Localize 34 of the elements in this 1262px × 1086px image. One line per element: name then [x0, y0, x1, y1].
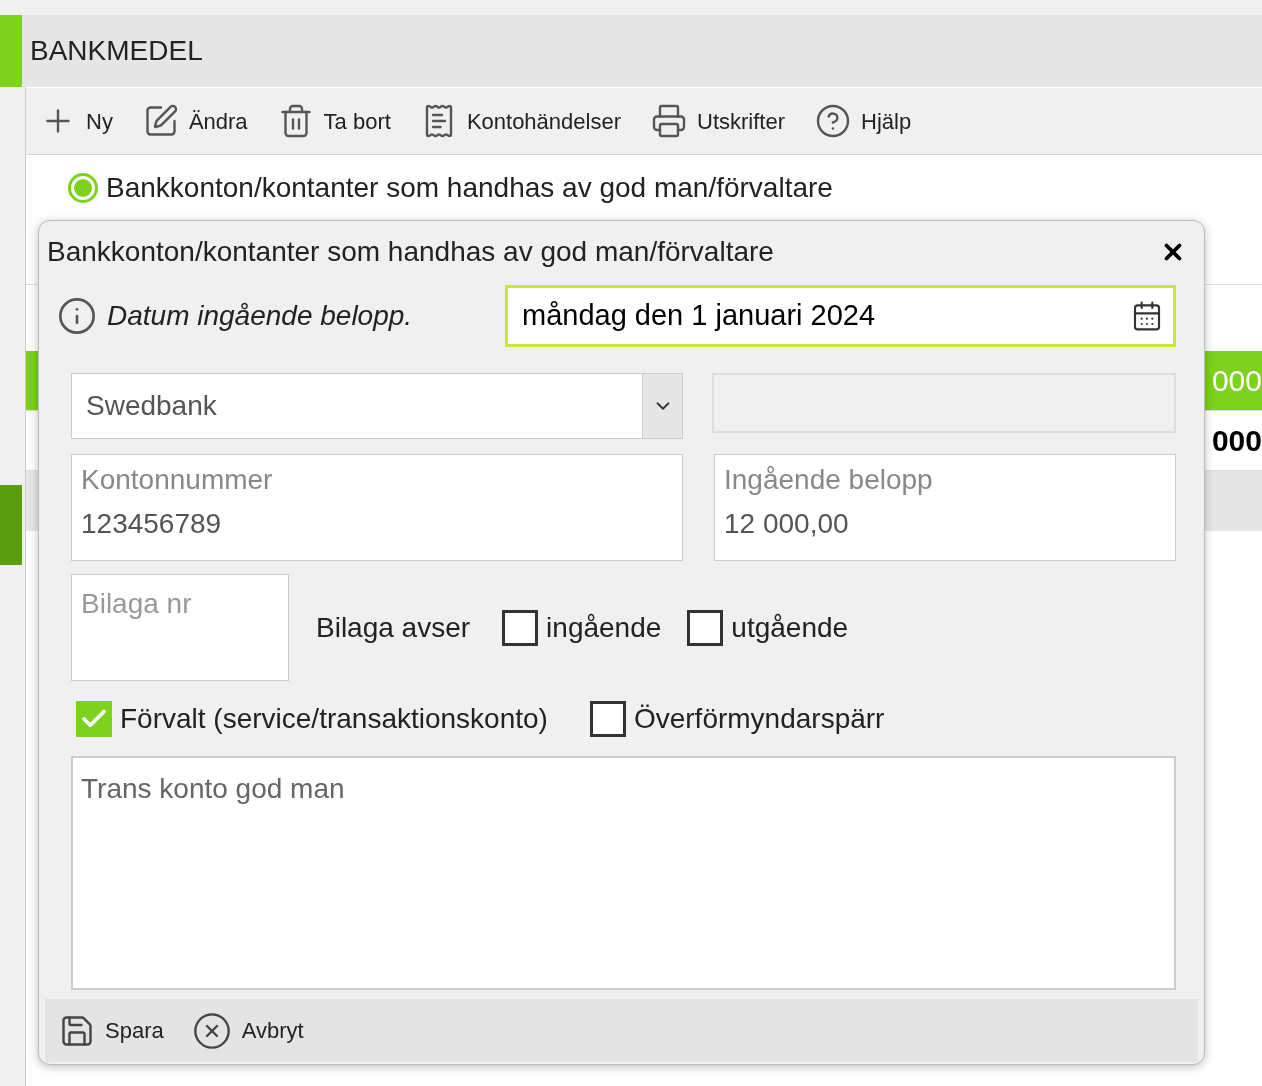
printer-icon	[651, 103, 687, 139]
field-label: Bilaga avser	[316, 610, 471, 645]
checkbox-label: Förvalt (service/transaktionskonto)	[120, 702, 548, 736]
toolbar-button[interactable]: Ny	[40, 103, 113, 139]
help-icon	[815, 103, 851, 139]
checkbox[interactable]	[589, 701, 626, 737]
dialog-title: Bankkonton/kontanter som handhas av god man/förvaltare	[47, 235, 774, 269]
cancel-button[interactable]: Avbryt	[191, 1010, 304, 1051]
info-icon	[57, 296, 97, 336]
save-button[interactable]: Spara	[59, 1012, 164, 1049]
checkbox-label: ingående	[546, 610, 662, 645]
input-field[interactable]: Kontonnummer 123456789	[71, 454, 683, 561]
checkbox[interactable]	[687, 609, 724, 646]
checkbox-label: Överförmyndarspärr	[633, 702, 885, 736]
checkbox[interactable]	[76, 701, 112, 737]
input-field[interactable]: Ingående belopp 12 000,00	[714, 454, 1176, 561]
page-title: BANKMEDEL	[30, 34, 203, 68]
accent-bar	[0, 15, 22, 87]
notes-field[interactable]: Trans konto god man	[71, 756, 1176, 990]
checkbox[interactable]	[502, 609, 539, 646]
toolbar-button[interactable]: Ta bort	[277, 103, 391, 139]
section-title: Bankkonton/kontanter som handhas av god man/förvaltare	[106, 171, 833, 205]
toolbar-button[interactable]: Kontohändelser	[420, 103, 621, 139]
calendar-icon	[1131, 300, 1163, 332]
date-label: Datum ingående belopp.	[107, 299, 414, 333]
close-icon	[191, 1010, 232, 1051]
bank-dropdown[interactable]: Swedbank	[71, 373, 683, 439]
amount-text: 000	[1211, 423, 1262, 459]
toolbar-button[interactable]: Utskrifter	[651, 103, 785, 139]
toolbar-button[interactable]: Hjälp	[815, 103, 912, 139]
amount-text: 000	[1211, 363, 1262, 399]
toolbar-button[interactable]: Ändra	[142, 103, 248, 139]
checkbox-label: utgående	[731, 610, 849, 645]
date-field[interactable]: måndag den 1 januari 2024	[505, 285, 1176, 347]
